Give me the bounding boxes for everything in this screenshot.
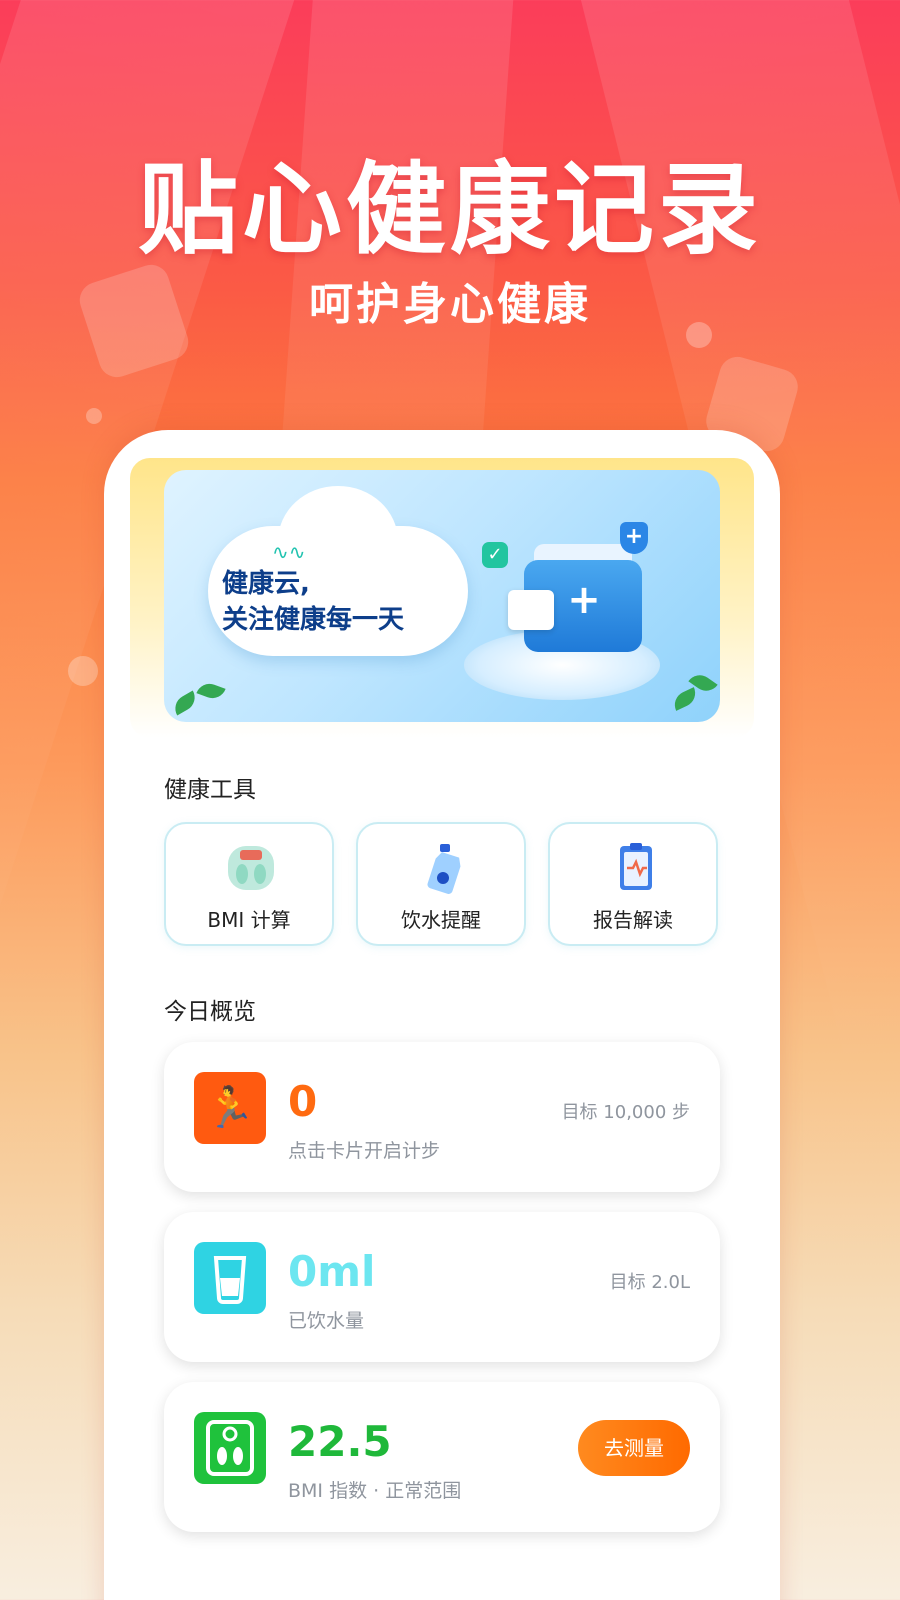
measure-button[interactable]: 去测量 — [578, 1420, 690, 1476]
overview-section-title: 今日概览 — [164, 999, 256, 1025]
hero-subtitle: 呵护身心健康 — [309, 279, 591, 330]
banner-line-2: 关注健康每一天 — [222, 605, 405, 635]
weighing-scale-icon — [194, 1412, 266, 1484]
medical-card-icon — [508, 590, 554, 630]
health-cloud-banner[interactable]: ∿∿ 健康云, 关注健康每一天 + ✓ + — [164, 470, 720, 722]
phone-frame: ∿∿ 健康云, 关注健康每一天 + ✓ + 健康工具 BMI 计算 饮水提醒 报… — [104, 430, 780, 1600]
water-goal: 目标 2.0L — [609, 1272, 690, 1293]
check-icon: ✓ — [482, 542, 508, 568]
sparkle-dot — [68, 656, 98, 686]
tool-label-water: 饮水提醒 — [401, 908, 481, 932]
clipboard-report-icon — [620, 843, 652, 890]
leaf-icon — [170, 690, 200, 716]
sparkle-dot — [86, 408, 102, 424]
heartbeat-icon: ∿∿ — [272, 540, 306, 564]
water-glass-icon — [194, 1242, 266, 1314]
water-card[interactable]: 0ml 已饮水量 目标 2.0L — [164, 1212, 720, 1362]
bmi-card[interactable]: 22.5 BMI 指数 · 正常范围 去测量 — [164, 1382, 720, 1532]
leaf-icon — [196, 679, 226, 703]
steps-hint: 点击卡片开启计步 — [288, 1140, 441, 1162]
tool-card-bmi[interactable]: BMI 计算 — [164, 822, 334, 946]
steps-card[interactable]: 🏃 0 点击卡片开启计步 目标 10,000 步 — [164, 1042, 720, 1192]
shield-icon: + — [620, 522, 648, 554]
leaf-icon — [670, 687, 700, 711]
tools-section-title: 健康工具 — [164, 777, 256, 803]
steps-value: 0 — [288, 1077, 318, 1126]
water-bottle-icon — [427, 844, 461, 894]
steps-goal: 目标 10,000 步 — [561, 1102, 690, 1123]
tool-label-report: 报告解读 — [593, 908, 673, 932]
banner-text: 健康云, 关注健康每一天 — [222, 566, 482, 638]
tool-card-report[interactable]: 报告解读 — [548, 822, 718, 946]
tool-label-bmi: BMI 计算 — [207, 908, 291, 932]
scale-icon — [228, 846, 274, 890]
bmi-status: BMI 指数 · 正常范围 — [288, 1480, 462, 1502]
banner-line-1: 健康云, — [222, 569, 310, 599]
water-value: 0ml — [288, 1247, 376, 1296]
water-label: 已饮水量 — [288, 1310, 365, 1332]
tool-card-water[interactable]: 饮水提醒 — [356, 822, 526, 946]
medical-cross-icon: + — [567, 577, 601, 623]
running-icon: 🏃 — [194, 1072, 266, 1144]
bmi-value: 22.5 — [288, 1417, 392, 1466]
hero-title: 贴心健康记录 — [138, 151, 762, 268]
